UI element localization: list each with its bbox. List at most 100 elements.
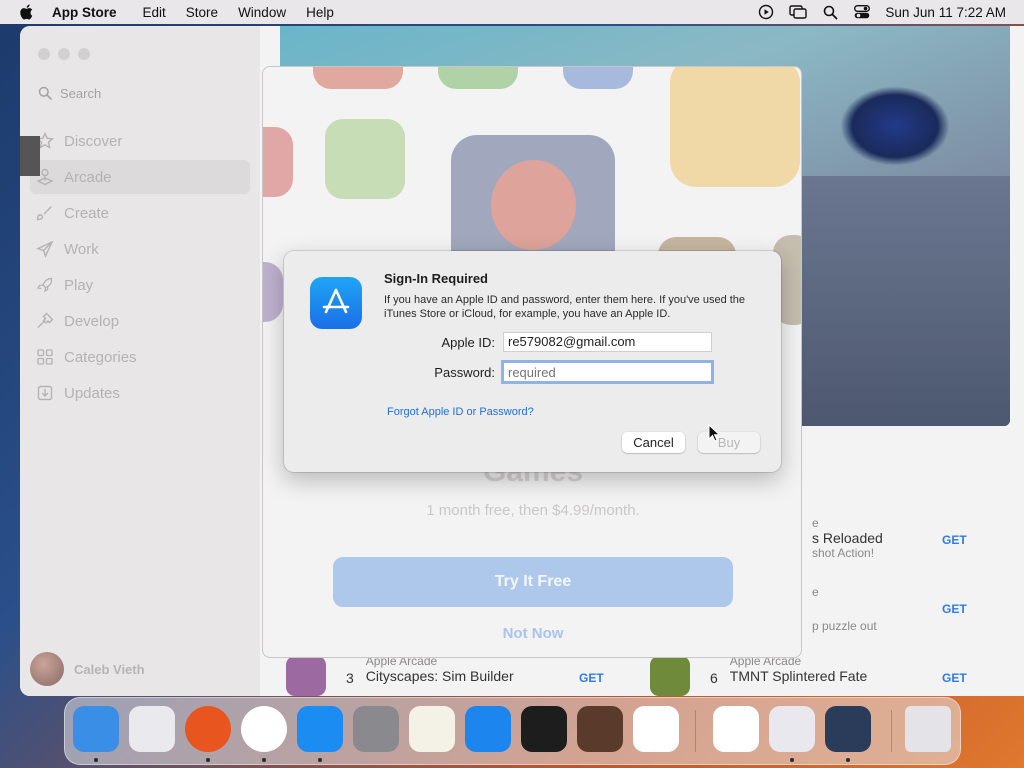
rocket-icon: [36, 277, 53, 293]
dialog-title: Sign-In Required: [384, 271, 488, 286]
running-indicator: [790, 758, 794, 762]
try-it-free-button[interactable]: Try It Free: [333, 557, 733, 607]
window-controls: [38, 48, 90, 60]
list-item[interactable]: e p puzzle out: [812, 585, 877, 633]
get-button[interactable]: GET: [942, 533, 967, 547]
menu-help[interactable]: Help: [296, 5, 344, 20]
password-field[interactable]: [501, 360, 714, 384]
sidebar-item-label: Discover: [64, 132, 123, 150]
apple-id-field[interactable]: re579082@gmail.com: [503, 332, 712, 352]
dock-launchpad-icon[interactable]: [129, 706, 175, 752]
sidebar-item-discover[interactable]: Discover: [30, 124, 250, 158]
not-now-button[interactable]: Not Now: [263, 625, 801, 642]
list-item-category: e: [812, 585, 819, 599]
list-item-name: [812, 599, 877, 619]
get-button[interactable]: GET: [942, 671, 967, 685]
running-indicator: [262, 758, 266, 762]
dock: [64, 697, 961, 765]
menu-window[interactable]: Window: [228, 5, 296, 20]
running-indicator: [206, 758, 210, 762]
control-center-icon[interactable]: [853, 4, 871, 20]
zoom-window-button[interactable]: [78, 48, 90, 60]
menu-edit[interactable]: Edit: [133, 5, 176, 20]
list-item-subtitle: shot Action!: [812, 546, 875, 560]
sidebar: Search Discover Arcade Create Work Play: [20, 26, 260, 696]
menu-bar-clock[interactable]: Sun Jun 11 7:22 AM: [885, 5, 1006, 20]
dock-separator: [891, 710, 892, 752]
cancel-button[interactable]: Cancel: [622, 432, 685, 453]
sidebar-item-categories[interactable]: Categories: [30, 340, 250, 374]
dock-quicktime-icon[interactable]: [825, 706, 871, 752]
sidebar-item-updates[interactable]: Updates: [30, 376, 250, 410]
sidebar-item-arcade[interactable]: Arcade: [30, 160, 250, 194]
dock-trash-icon[interactable]: [905, 706, 951, 752]
list-item-subtitle: p puzzle out: [812, 619, 877, 633]
dock-textedit-icon[interactable]: [409, 706, 455, 752]
sidebar-item-play[interactable]: Play: [30, 268, 250, 302]
app-store-icon: [310, 277, 362, 329]
hammer-icon: [37, 312, 54, 328]
dialog-message: If you have an Apple ID and password, en…: [384, 294, 746, 320]
dock-vscode-icon[interactable]: [633, 706, 679, 752]
list-item[interactable]: 3 Apple Arcade Cityscapes: Sim Builder: [346, 654, 514, 686]
dock-visual-studio-icon[interactable]: [713, 706, 759, 752]
dock-safari-icon[interactable]: [465, 706, 511, 752]
sidebar-item-label: Arcade: [64, 168, 112, 186]
dock-garageband-icon[interactable]: [577, 706, 623, 752]
app-icon[interactable]: [650, 656, 690, 696]
sidebar-item-label: Create: [64, 204, 110, 222]
running-indicator: [846, 758, 850, 762]
account-button[interactable]: Caleb Vieth: [30, 652, 145, 686]
sidebar-nav: Discover Arcade Create Work Play Develop: [30, 124, 250, 412]
running-indicator: [94, 758, 98, 762]
download-icon: [37, 385, 53, 401]
spotlight-search-icon[interactable]: [821, 4, 839, 20]
forgot-password-link[interactable]: Forgot Apple ID or Password?: [387, 406, 534, 418]
list-item-rank: 6: [710, 670, 718, 686]
get-button[interactable]: GET: [942, 602, 967, 616]
list-item-rank: 3: [346, 670, 354, 686]
app-menu[interactable]: App Store: [52, 5, 133, 20]
search-field[interactable]: Search: [30, 80, 240, 106]
window-edge-tab: [20, 136, 40, 176]
search-icon: [38, 86, 52, 100]
subscription-price: 1 month free, then $4.99/month.: [426, 502, 640, 519]
play-circle-icon[interactable]: [757, 4, 775, 20]
list-item-name: Cityscapes: Sim Builder: [365, 668, 514, 684]
list-item[interactable]: 6 Apple Arcade TMNT Splintered Fate: [710, 654, 867, 686]
password-label: Password:: [434, 365, 495, 380]
menu-bar: App Store Edit Store Window Help Sun Jun…: [0, 0, 1024, 24]
brush-icon: [36, 206, 52, 221]
dock-chrome-icon[interactable]: [241, 706, 287, 752]
list-item-name: s Reloaded: [812, 530, 883, 546]
dock-terminal-icon[interactable]: [521, 706, 567, 752]
sidebar-item-label: Work: [64, 240, 99, 258]
search-placeholder: Search: [60, 85, 102, 101]
dock-finder-icon[interactable]: [73, 706, 119, 752]
app-icon[interactable]: [286, 656, 326, 696]
banner-motorbike-image: [840, 86, 950, 166]
get-button[interactable]: GET: [579, 671, 604, 685]
mouse-pointer-icon: [708, 424, 720, 442]
apple-menu-icon[interactable]: [0, 4, 52, 20]
sidebar-item-create[interactable]: Create: [30, 196, 250, 230]
list-item-category: e: [812, 516, 819, 530]
grid-icon: [37, 349, 53, 365]
menu-store[interactable]: Store: [176, 5, 228, 20]
list-item-name: TMNT Splintered Fate: [729, 668, 868, 684]
sidebar-item-label: Play: [64, 276, 94, 294]
dock-system-settings-icon[interactable]: [353, 706, 399, 752]
paper-plane-icon: [36, 240, 54, 258]
dock-firefox-icon[interactable]: [185, 706, 231, 752]
dock-safari-preview-icon[interactable]: [769, 706, 815, 752]
apple-id-label: Apple ID:: [441, 335, 495, 350]
list-item[interactable]: e s Reloaded shot Action!: [812, 516, 883, 560]
screen-mirroring-icon[interactable]: [789, 4, 808, 20]
running-indicator: [318, 758, 322, 762]
sidebar-item-work[interactable]: Work: [30, 232, 250, 266]
dock-app-store-icon[interactable]: [297, 706, 343, 752]
close-window-button[interactable]: [38, 48, 50, 60]
sign-in-dialog: Sign-In Required If you have an Apple ID…: [284, 251, 781, 472]
sidebar-item-develop[interactable]: Develop: [30, 304, 250, 338]
minimize-window-button[interactable]: [58, 48, 70, 60]
